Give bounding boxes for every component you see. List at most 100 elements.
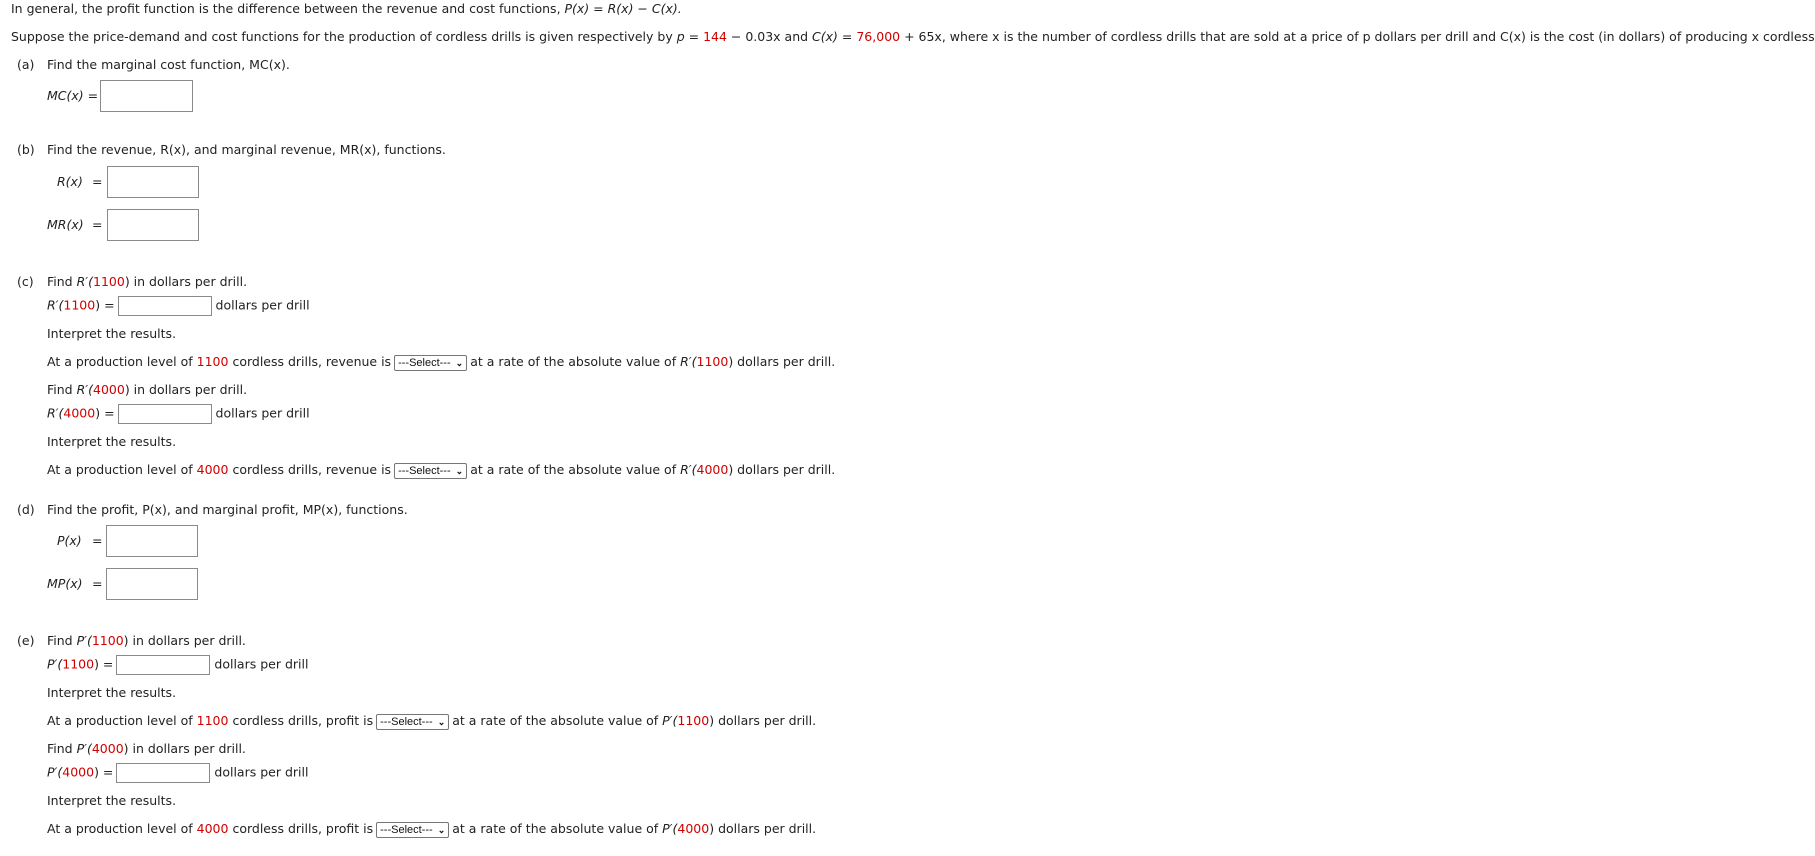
text-fragment: at a rate of the absolute value of	[470, 354, 681, 369]
mr-label: MR(x)	[47, 217, 84, 232]
text-fragment: cordless drills, revenue is	[228, 462, 392, 477]
find-r-4000: Find R′(4000) in dollars per drill.	[47, 382, 247, 398]
text-fragment: ) in dollars per drill.	[123, 741, 246, 756]
text-fragment: R′(	[76, 382, 93, 397]
p-equals: =	[92, 533, 103, 548]
part-d-label: (d)	[17, 502, 35, 517]
text-fragment: at a rate of the absolute value of	[452, 713, 663, 728]
profit-1100-select[interactable]: ---Select--- ⌄	[376, 713, 450, 730]
text-fragment: 4000	[196, 462, 229, 477]
p-label: P(x)	[57, 533, 82, 548]
p-prime-4000-input[interactable]	[116, 763, 211, 783]
p-prime-1100-row: P′(1100) = dollars per drill	[47, 655, 308, 675]
r-input[interactable]	[107, 166, 199, 198]
text-fragment: 4000	[196, 821, 229, 836]
text-fragment: 1100	[62, 656, 95, 672]
find-p-1100: Find P′(1100) in dollars per drill.	[47, 633, 246, 649]
text-fragment: dollars per drill	[215, 297, 310, 313]
text-fragment: ) =	[94, 656, 114, 672]
interpret-label: Interpret the results.	[47, 434, 177, 449]
p-prime-1100-input[interactable]	[116, 655, 211, 675]
text-fragment: ) =	[95, 405, 115, 421]
text-fragment: 1100	[196, 713, 229, 728]
mr-equals: =	[92, 217, 103, 232]
text-fragment: ) in dollars per drill.	[124, 274, 248, 289]
text-fragment: R′(	[47, 297, 64, 313]
text-fragment: At a production level of	[47, 821, 197, 836]
text-fragment: ---Select---	[380, 823, 433, 836]
mr-input[interactable]	[107, 209, 199, 241]
fixed-cost: 76,000	[856, 29, 901, 44]
text-fragment: 4000	[63, 405, 96, 421]
part-b-prompt: Find the revenue, R(x), and marginal rev…	[47, 142, 446, 157]
text-fragment: Find	[47, 633, 77, 648]
r-prime-4000-input[interactable]	[117, 404, 212, 424]
revenue-1100-select[interactable]: ---Select--- ⌄	[394, 354, 468, 371]
text-fragment: 1100	[677, 713, 710, 728]
find-p-4000: Find P′(4000) in dollars per drill.	[47, 741, 246, 757]
part-b-label: (b)	[17, 142, 35, 157]
text-fragment: ) dollars per drill.	[728, 354, 836, 369]
text-fragment: ) dollars per drill.	[709, 821, 817, 836]
mp-equals: =	[92, 576, 103, 591]
chevron-down-icon: ⌄	[455, 357, 464, 368]
part-d-prompt: Find the profit, P(x), and marginal prof…	[47, 502, 408, 517]
text-fragment: 1100	[696, 354, 729, 369]
revenue-4000-select[interactable]: ---Select--- ⌄	[394, 462, 468, 479]
text-fragment: ) in dollars per drill.	[123, 633, 246, 648]
text-fragment: ) =	[94, 764, 114, 780]
text-fragment: cordless drills, revenue is	[228, 354, 392, 369]
part-e-label: (e)	[17, 633, 35, 648]
equals-sign: =	[837, 29, 857, 44]
mc-label: MC(x) =	[47, 88, 99, 103]
profit-1100-interpretation: At a production level of 1100 cordless d…	[47, 713, 816, 730]
text-fragment: P′(	[47, 656, 63, 672]
text-fragment: dollars per drill	[214, 764, 309, 780]
revenue-1100-interpretation: At a production level of 1100 cordless d…	[47, 354, 835, 371]
text-fragment: R′(	[76, 274, 93, 289]
text-fragment: at a rate of the absolute value of	[470, 462, 681, 477]
equals-sign: =	[684, 29, 704, 44]
revenue-4000-interpretation: At a production level of 4000 cordless d…	[47, 462, 835, 479]
r-prime-1100-input[interactable]	[117, 296, 212, 316]
cost-function: C(x)	[812, 29, 838, 44]
r-equals: =	[92, 174, 103, 189]
text-fragment: Find	[47, 741, 77, 756]
r-prime-4000-row: R′(4000) = dollars per drill	[47, 404, 310, 424]
intro-line-1: In general, the profit function is the d…	[11, 1, 682, 17]
text-fragment: P′(	[76, 633, 92, 648]
interpret-label: Interpret the results.	[47, 685, 177, 700]
intro-text: + 65x, where x is the number of cordless…	[900, 29, 1815, 44]
text-fragment: Find	[47, 382, 77, 397]
part-c-label: (c)	[17, 274, 34, 289]
mp-input[interactable]	[106, 568, 198, 600]
text-fragment: 4000	[91, 741, 124, 756]
profit-4000-interpretation: At a production level of 4000 cordless d…	[47, 821, 816, 838]
r-prime-1100-row: R′(1100) = dollars per drill	[47, 296, 310, 316]
intro-text: − 0.03x and	[726, 29, 813, 44]
text-fragment: 1100	[196, 354, 229, 369]
p-input[interactable]	[106, 525, 198, 557]
chevron-down-icon: ⌄	[437, 824, 446, 835]
text-fragment: cordless drills, profit is	[228, 821, 374, 836]
intro-text: Suppose the price-demand and cost functi…	[11, 29, 677, 44]
r-label: R(x)	[57, 174, 83, 189]
text-fragment: ---Select---	[380, 715, 433, 728]
find-r-1100: Find R′(1100) in dollars per drill.	[47, 274, 247, 290]
text-fragment: dollars per drill	[215, 405, 310, 421]
text-fragment: ) dollars per drill.	[709, 713, 817, 728]
text-fragment: 1100	[63, 297, 96, 313]
text-fragment: ---Select---	[398, 464, 451, 477]
chevron-down-icon: ⌄	[455, 465, 464, 476]
intro-line-2: Suppose the price-demand and cost functi…	[11, 29, 1815, 45]
text-fragment: R′(	[680, 354, 697, 369]
text-fragment: ---Select---	[398, 356, 451, 369]
text-fragment: P′(	[662, 713, 678, 728]
profit-4000-select[interactable]: ---Select--- ⌄	[376, 821, 450, 838]
text-fragment: At a production level of	[47, 354, 197, 369]
text-fragment: Find	[47, 274, 77, 289]
chevron-down-icon: ⌄	[437, 716, 446, 727]
text-fragment: 1100	[93, 274, 125, 289]
part-a-label: (a)	[17, 57, 35, 72]
mc-input[interactable]	[100, 80, 193, 112]
